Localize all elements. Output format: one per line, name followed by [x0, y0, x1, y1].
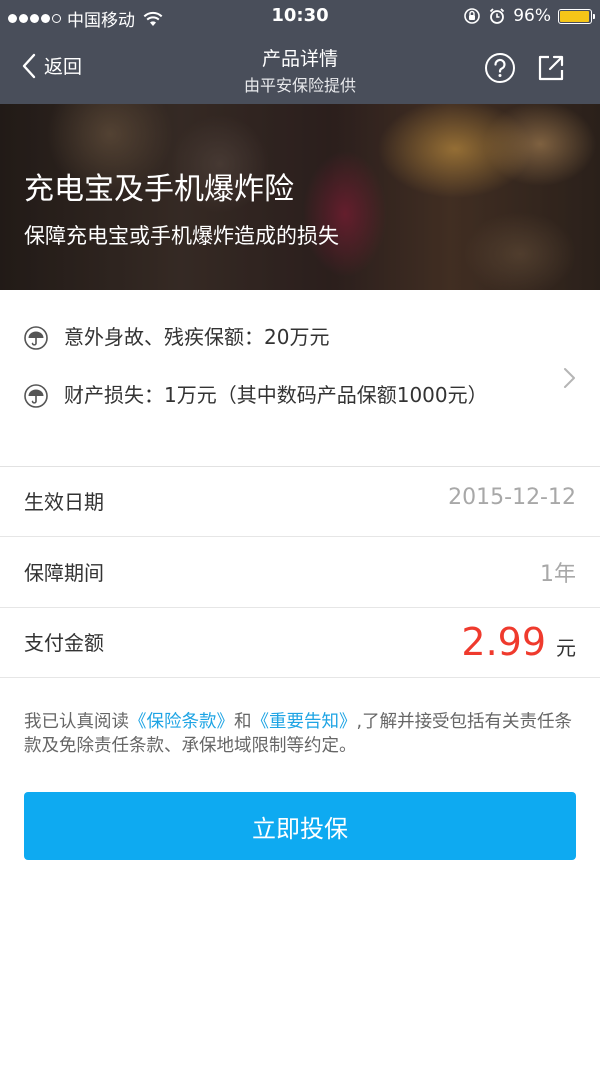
umbrella-icon: [24, 326, 48, 350]
status-bar: 中国移动 10:30 96%: [0, 0, 600, 34]
terms-notice: 我已认真阅读《保险条款》和《重要告知》,了解并接受包括有关责任条款及免除责任条款…: [24, 710, 579, 758]
notice-middle: 和: [234, 712, 252, 732]
insurance-terms-link[interactable]: 《保险条款》: [129, 712, 234, 732]
coverage-period-label: 保障期间: [24, 561, 104, 585]
coverage-item-text: 意外身故、残疾保额：20万元: [64, 325, 330, 349]
rotation-lock-icon: [464, 8, 481, 24]
payment-amount-label: 支付金额: [24, 631, 104, 655]
payment-amount-unit: 元: [556, 636, 576, 660]
hero-banner: 充电宝及手机爆炸险 保障充电宝或手机爆炸造成的损失: [0, 104, 600, 290]
chevron-right-icon[interactable]: [561, 366, 577, 390]
effective-date-label: 生效日期: [24, 490, 104, 514]
payment-amount-value: 2.99: [461, 620, 546, 664]
coverage-item-text: 财产损失：1万元（其中数码产品保额1000元）: [64, 383, 488, 407]
coverage-section[interactable]: 意外身故、残疾保额：20万元 财产损失：1万元（其中数码产品保额1000元）: [0, 290, 600, 467]
help-icon[interactable]: [484, 52, 516, 84]
nav-bar: 返回 产品详情 由平安保险提供: [0, 34, 600, 104]
status-right: 96%: [463, 6, 595, 26]
important-notice-link[interactable]: 《重要告知》: [252, 712, 357, 732]
payment-amount-row: 支付金额 2.99 元: [0, 607, 600, 678]
battery-fill: [560, 10, 589, 22]
product-tagline: 保障充电宝或手机爆炸造成的损失: [24, 224, 339, 248]
battery-percent: 96%: [513, 6, 551, 26]
product-name: 充电宝及手机爆炸险: [24, 172, 294, 207]
umbrella-icon: [24, 384, 48, 408]
battery-icon: [558, 8, 595, 24]
alarm-icon: [490, 8, 505, 24]
coverage-period-value: 1年: [540, 562, 576, 587]
buy-insurance-button[interactable]: 立即投保: [24, 792, 576, 860]
payment-amount: 2.99 元: [461, 620, 576, 664]
effective-date-value: 2015-12-12: [448, 485, 576, 510]
notice-prefix: 我已认真阅读: [24, 712, 129, 732]
buy-insurance-label: 立即投保: [252, 814, 348, 843]
coverage-item: 意外身故、残疾保额：20万元: [24, 324, 544, 350]
coverage-item: 财产损失：1万元（其中数码产品保额1000元）: [24, 382, 544, 408]
coverage-period-row: 保障期间 1年: [0, 537, 600, 608]
share-icon[interactable]: [535, 52, 567, 84]
effective-date-row: 生效日期 2015-12-12: [0, 466, 600, 537]
